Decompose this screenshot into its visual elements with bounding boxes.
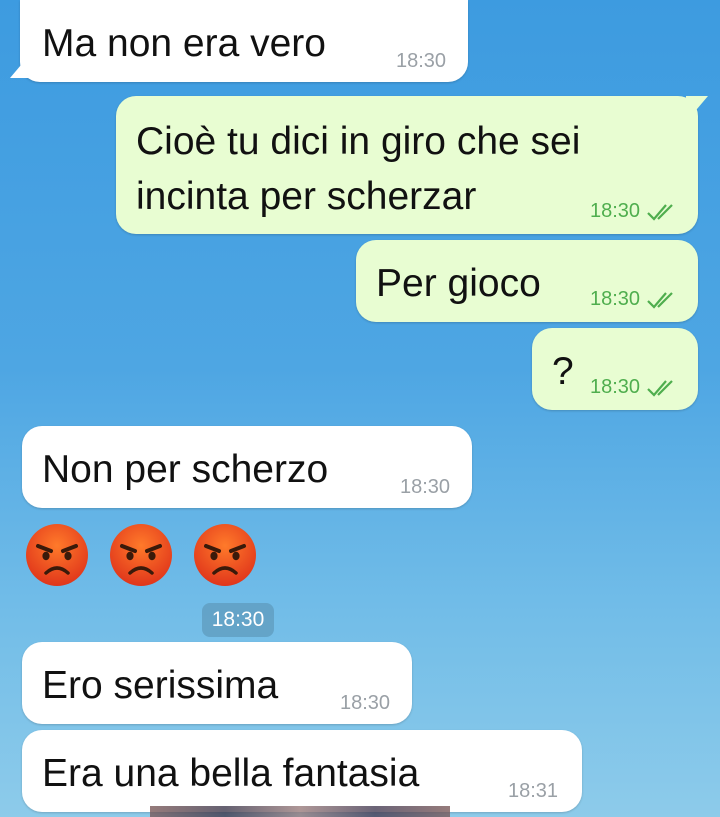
message-time: 18:30 — [590, 376, 641, 398]
message-text: Era una bella fantasia — [42, 752, 420, 795]
emoji-message[interactable] — [24, 522, 264, 592]
message-text: Per gioco — [376, 262, 541, 305]
angry-face-emoji — [194, 524, 256, 586]
angry-face-emoji — [26, 524, 88, 586]
message-time: 18:30 — [590, 200, 641, 222]
message-text: Non per scherzo — [42, 448, 329, 491]
message-time-chip: 18:30 — [202, 603, 274, 637]
outgoing-message-bubble[interactable]: Cioè tu dici in giro che sei incinta per… — [116, 96, 708, 234]
outgoing-message-bubble[interactable]: Per gioco 18:30 — [356, 240, 698, 322]
message-time: 18:30 — [340, 692, 391, 714]
message-time: 18:30 — [400, 476, 451, 498]
bubble-tail — [10, 52, 32, 78]
message-text: ? — [552, 350, 574, 393]
double-check-icon — [647, 291, 673, 309]
message-text: Cioè tu dici in giro che sei incinta per… — [136, 120, 581, 218]
message-meta: 18:30 — [590, 288, 680, 311]
outgoing-message-bubble[interactable]: ? 18:30 — [532, 328, 698, 410]
double-check-icon — [647, 203, 673, 221]
incoming-message-bubble[interactable]: Ma non era vero 18:30 — [10, 0, 468, 82]
message-text: Ero serissima — [42, 664, 279, 707]
incoming-message-bubble[interactable]: Ero serissima 18:30 — [22, 642, 412, 724]
message-time: 18:30 — [396, 50, 447, 72]
incoming-message-bubble[interactable]: Era una bella fantasia 18:31 — [22, 730, 582, 812]
angry-face-emoji — [110, 524, 172, 586]
image-preview-edge — [150, 806, 450, 817]
message-meta: 18:30 — [590, 376, 680, 399]
incoming-message-bubble[interactable]: Non per scherzo 18:30 — [22, 426, 472, 508]
double-check-icon — [647, 379, 673, 397]
message-meta: 18:30 — [590, 200, 680, 223]
message-time: 18:31 — [508, 780, 559, 802]
message-time: 18:30 — [590, 288, 641, 310]
message-text: Ma non era vero — [42, 22, 326, 65]
bubble-tail — [686, 96, 708, 122]
